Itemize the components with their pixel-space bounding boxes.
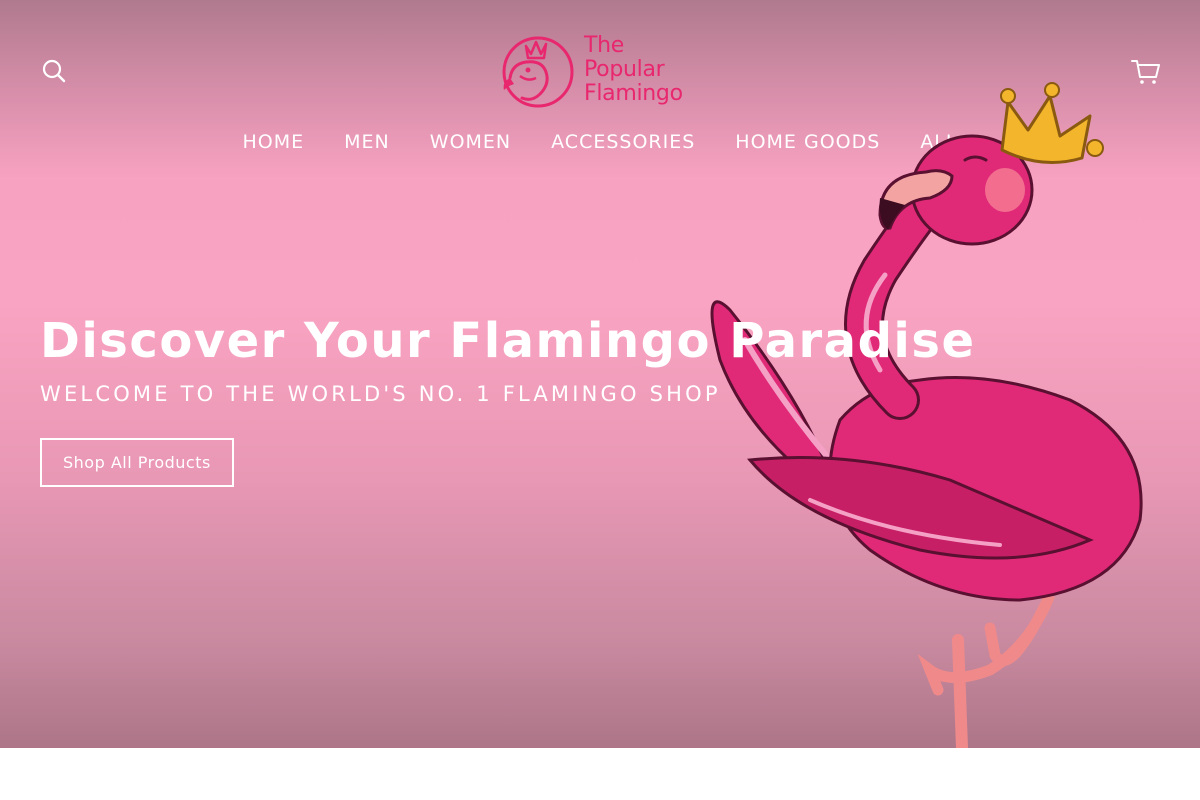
hero-title: Discover Your Flamingo Paradise (40, 313, 976, 369)
nav-item-men[interactable]: MEN (324, 126, 410, 158)
nav-item-accessories[interactable]: ACCESSORIES (531, 126, 715, 158)
search-icon (42, 59, 66, 83)
hero-subtitle: WELCOME TO THE WORLD'S NO. 1 FLAMINGO SH… (40, 382, 721, 406)
logo-line-2: Popular (584, 57, 665, 82)
flamingo-illustration (710, 82, 1143, 748)
hero-banner: The Popular Flamingo HOME MEN WOMEN ACCE… (0, 0, 1200, 748)
search-button[interactable] (40, 57, 68, 85)
site-logo[interactable]: The Popular Flamingo (498, 28, 708, 112)
logo-line-3: Flamingo (584, 81, 683, 106)
shop-all-products-button[interactable]: Shop All Products (40, 438, 234, 487)
flamingo-logo-icon (502, 36, 574, 108)
nav-item-women[interactable]: WOMEN (410, 126, 531, 158)
logo-line-1: The (584, 33, 625, 58)
nav-item-home[interactable]: HOME (223, 126, 325, 158)
page-content-area (0, 748, 1200, 800)
logo-wordmark: The Popular Flamingo (584, 34, 683, 106)
